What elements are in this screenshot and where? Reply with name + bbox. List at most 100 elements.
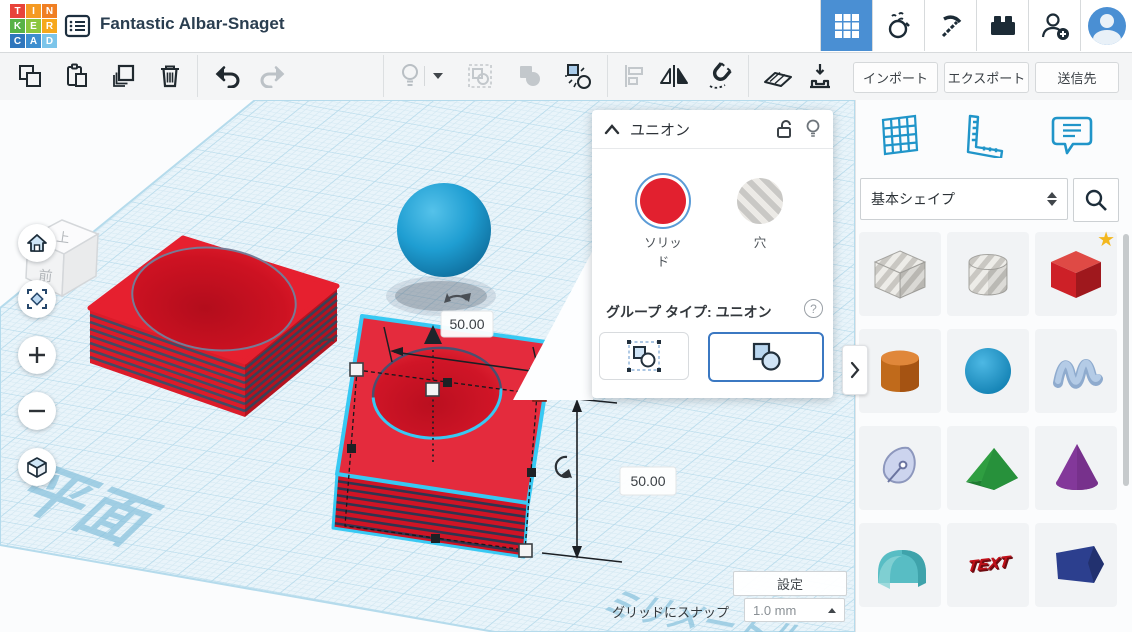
grid-settings-button[interactable]: 設定: [733, 571, 847, 596]
group-type-union-button[interactable]: [708, 332, 824, 382]
mirror-icon[interactable]: [652, 54, 696, 98]
group-icon[interactable]: [458, 54, 502, 98]
workplane-tool-icon[interactable]: [879, 112, 921, 163]
dashboard-grid-icon[interactable]: [820, 0, 872, 51]
fit-view-button[interactable]: [18, 280, 56, 318]
scale-handle-mid[interactable]: [527, 468, 536, 477]
visibility-bulb-icon[interactable]: [805, 119, 821, 139]
logo-tile: T: [10, 4, 25, 18]
sphere-shadow-core: [395, 281, 487, 311]
shape-tile-cone[interactable]: [1035, 426, 1117, 510]
header-bar: T I N K E R C A D Fantastic Albar-Snaget: [0, 0, 1132, 53]
scale-handle-corner[interactable]: [519, 544, 532, 557]
document-title[interactable]: Fantastic Albar-Snaget: [100, 14, 285, 34]
properties-menu-icon[interactable]: [62, 11, 92, 41]
invite-person-icon[interactable]: [1028, 0, 1080, 51]
shape-tile-hole-box[interactable]: [859, 232, 941, 316]
expand-panel-tab[interactable]: [842, 345, 868, 395]
panel-title: ユニオン: [630, 119, 690, 140]
logo-tile: D: [42, 34, 57, 48]
minecraft-pickaxe-icon[interactable]: [924, 0, 976, 51]
ungroup-active-icon[interactable]: [556, 54, 600, 98]
shape-tile-text[interactable]: TEXT: [947, 523, 1029, 607]
hole-swatch[interactable]: [737, 178, 783, 224]
shapes-sidebar: 基本シェイプ ★: [855, 100, 1132, 632]
shape-tile-hole-cylinder[interactable]: [947, 232, 1029, 316]
dimension-height[interactable]: 50.00: [620, 467, 676, 495]
snap-grid-value: 1.0 mm: [753, 603, 796, 618]
edit-toolbar: インポート エクスポート 送信先: [0, 52, 1132, 100]
shape-tile-roof[interactable]: [947, 426, 1029, 510]
shape-tile-round-roof[interactable]: [859, 523, 941, 607]
ruler-tool-icon[interactable]: [964, 114, 1006, 163]
brick-icon[interactable]: [976, 0, 1028, 51]
favorite-star-icon[interactable]: ★: [1097, 230, 1115, 250]
help-icon[interactable]: ?: [804, 299, 823, 318]
view-cube-top-label[interactable]: 上: [56, 229, 71, 246]
magnet-icon[interactable]: [698, 54, 742, 98]
object-selected-group[interactable]: [333, 316, 553, 557]
scale-handle-mid[interactable]: [443, 378, 452, 387]
group-type-multiselect-button[interactable]: [599, 332, 689, 380]
logo-tile: A: [26, 34, 41, 48]
scale-handle-mid[interactable]: [347, 444, 356, 453]
snap-grid-select[interactable]: 1.0 mm: [744, 598, 845, 622]
group-type-label: グループ タイプ: ユニオン: [606, 302, 772, 322]
workplane-icon[interactable]: [756, 54, 800, 98]
logo-tile: I: [26, 4, 41, 18]
search-shapes-button[interactable]: [1073, 178, 1119, 222]
object-sphere[interactable]: [397, 183, 491, 277]
drop-to-workplane-icon[interactable]: [798, 54, 842, 98]
copy-icon[interactable]: [8, 54, 52, 98]
shape-category-value: 基本シェイプ: [871, 189, 955, 209]
ungroup-icon[interactable]: [508, 54, 552, 98]
shape-tile-polygon[interactable]: [1035, 523, 1117, 607]
shape-tile-squiggle[interactable]: [1035, 329, 1117, 413]
zoom-out-button[interactable]: [18, 392, 56, 430]
dimension-width[interactable]: 50.00: [441, 311, 493, 337]
unlock-icon[interactable]: [775, 119, 793, 139]
solid-label: ソリッド: [640, 232, 686, 270]
align-icon[interactable]: [612, 54, 656, 98]
solid-color-swatch[interactable]: [640, 178, 686, 224]
scale-handle-mid[interactable]: [431, 534, 440, 543]
sim-lab-icon[interactable]: [872, 0, 924, 51]
paste-icon[interactable]: [54, 54, 98, 98]
select-carets-icon: [1047, 192, 1057, 206]
search-icon: [1084, 188, 1108, 212]
shape-inspector-panel: ユニオン ソリッド 穴 グループ タイプ: ユニオン ?: [592, 110, 833, 398]
shape-grid: ★ TEXT: [859, 232, 1121, 607]
hole-label: 穴: [737, 232, 783, 251]
snap-to-grid-label: グリッドにスナップ: [612, 602, 729, 621]
redo-icon[interactable]: [250, 54, 294, 98]
avatar[interactable]: [1080, 0, 1132, 51]
logo-tile: E: [26, 19, 41, 33]
delete-icon[interactable]: [148, 54, 192, 98]
svg-text:50.00: 50.00: [449, 316, 484, 332]
svg-text:50.00: 50.00: [630, 473, 665, 489]
shape-tile-scribble[interactable]: [859, 426, 941, 510]
home-view-button[interactable]: [18, 224, 56, 262]
send-to-button[interactable]: 送信先: [1035, 62, 1119, 93]
tinkercad-logo[interactable]: T I N K E R C A D: [10, 4, 57, 49]
shape-tile-sphere[interactable]: [947, 329, 1029, 413]
notes-tool-icon[interactable]: [1049, 114, 1095, 163]
export-button[interactable]: エクスポート: [944, 62, 1029, 93]
logo-tile: R: [42, 19, 57, 33]
logo-tile: C: [10, 34, 25, 48]
shape-category-select[interactable]: 基本シェイプ: [860, 178, 1068, 220]
snap-caret-icon: [828, 608, 836, 613]
import-button[interactable]: インポート: [853, 62, 938, 93]
scale-handle-corner[interactable]: [350, 363, 363, 376]
collapse-chevron-icon[interactable]: [604, 123, 620, 135]
bulb-dropdown-caret[interactable]: [426, 54, 450, 98]
perspective-toggle-button[interactable]: [18, 448, 56, 486]
height-handle[interactable]: [426, 383, 439, 396]
zoom-in-button[interactable]: [18, 336, 56, 374]
shapes-scrollbar[interactable]: [1123, 234, 1129, 486]
shape-tile-box[interactable]: ★: [1035, 232, 1117, 316]
undo-icon[interactable]: [206, 54, 250, 98]
logo-tile: N: [42, 4, 57, 18]
shape-tile-cylinder[interactable]: [859, 329, 941, 413]
duplicate-icon[interactable]: [101, 54, 145, 98]
